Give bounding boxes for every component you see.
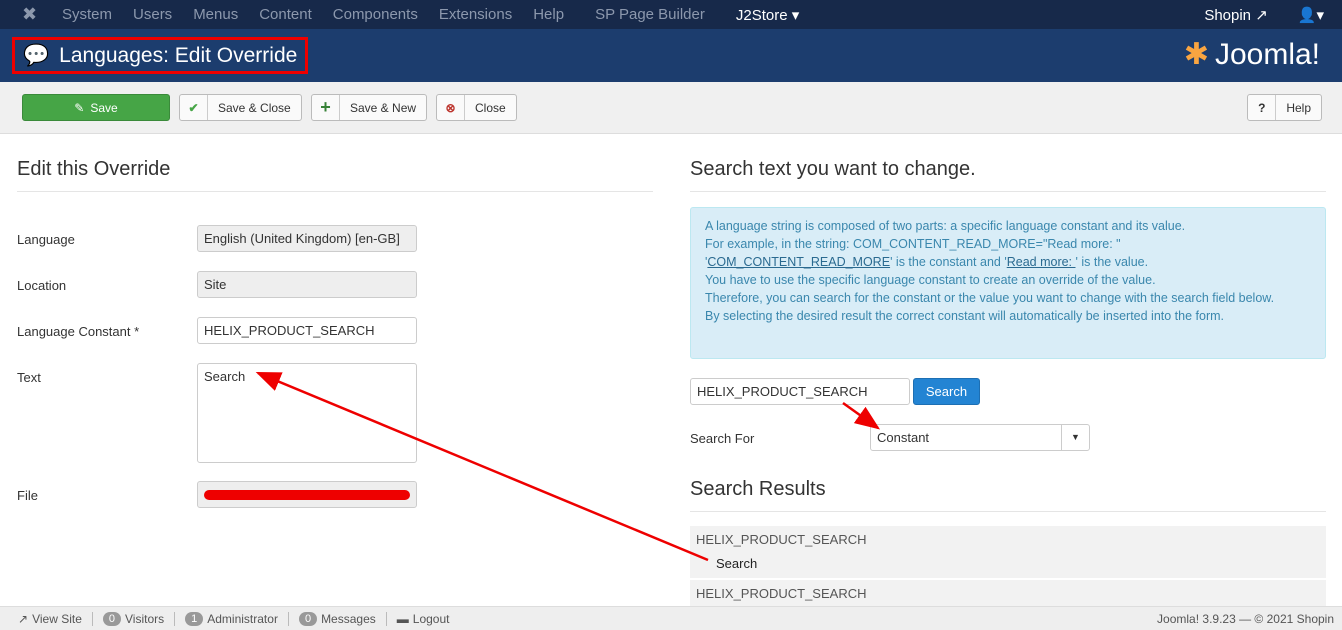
visitors-label: Visitors bbox=[125, 611, 165, 626]
logout-label: Logout bbox=[412, 611, 450, 626]
view-site-link[interactable]: ↗ View Site bbox=[8, 611, 93, 626]
messages-badge: 0 bbox=[298, 611, 318, 626]
messages-label: Messages bbox=[321, 611, 376, 626]
admin-badge: 1 bbox=[185, 611, 204, 626]
arrow-to-select bbox=[842, 401, 881, 430]
messages[interactable]: 0 Messages bbox=[289, 611, 387, 626]
view-site-label: View Site bbox=[32, 611, 82, 626]
arrow-to-text bbox=[255, 371, 709, 562]
annotation-arrows bbox=[255, 371, 881, 562]
status-bar: ↗ View Site 0 Visitors 1 Administrator 0 Me… bbox=[0, 606, 1342, 630]
visitors[interactable]: 0 Visitors bbox=[93, 611, 176, 626]
admin-label: Administrator bbox=[207, 611, 278, 626]
version-text: Joomla! 3.9.23 — © 2021 Shopin bbox=[1157, 611, 1334, 626]
logout-link[interactable]: ▬ Logout bbox=[387, 612, 460, 626]
administrators[interactable]: 1 Administrator bbox=[175, 611, 289, 626]
visitors-badge: 0 bbox=[102, 611, 121, 626]
